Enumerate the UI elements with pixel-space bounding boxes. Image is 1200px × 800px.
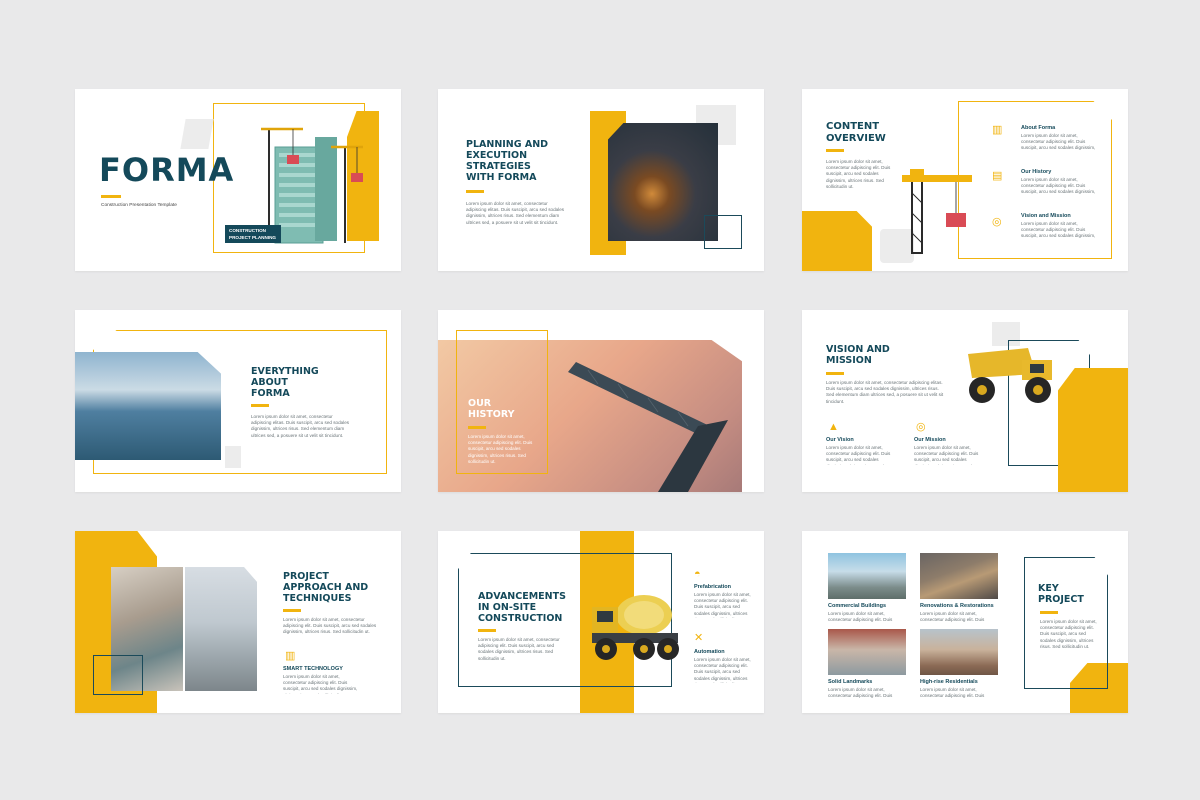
target-icon: ◎ xyxy=(916,421,926,433)
tower-crane-illustration xyxy=(902,169,972,254)
project-label-2: Renovations & Restorations xyxy=(920,603,994,609)
title-underline xyxy=(1040,611,1058,614)
overview-item-3: Vision and Mission xyxy=(1021,213,1071,219)
slide-title: PROJECT APPROACH AND TECHNIQUES xyxy=(283,571,369,604)
slide-9-key-project[interactable]: Commercial Buildings Lorem ipsum dolor s… xyxy=(802,531,1128,713)
mission-text: Lorem ipsum dolor sit amet, consectetur … xyxy=(914,445,979,465)
mission-label: Our Mission xyxy=(914,437,946,443)
title-underline xyxy=(466,190,484,193)
hard-hat-icon: ◓ xyxy=(694,568,701,580)
slide-title: KEY PROJECT xyxy=(1038,583,1084,605)
overview-item-3-text: Lorem ipsum dolor sit amet, consectetur … xyxy=(1021,221,1096,239)
badge-line-2: PROJECT PLANNING xyxy=(229,234,276,240)
decor-yellow-block xyxy=(1058,368,1128,492)
vision-text: Lorem ipsum dolor sit amet, consectetur … xyxy=(826,445,891,465)
body-text: Lorem ipsum dolor sit amet, consectetur … xyxy=(251,414,350,438)
body-text: Lorem ipsum dolor sit amet, consectetur … xyxy=(826,159,891,189)
project-label-1: Commercial Buildings xyxy=(828,603,887,609)
decor-gray-block xyxy=(180,119,214,149)
slide-7-project-approach[interactable]: PROJECT APPROACH AND TECHNIQUES Lorem ip… xyxy=(75,531,401,713)
body-text: Lorem ipsum dolor sit amet, consectetur … xyxy=(466,201,565,225)
project-text-3: Lorem ipsum dolor sit amet, consectetur … xyxy=(828,687,893,699)
project-label-3: Solid Landmarks xyxy=(828,679,873,685)
welding-photo xyxy=(608,123,718,241)
body-text: Lorem ipsum dolor sit amet, consectetur … xyxy=(283,617,377,635)
slide-8-advancements[interactable]: ADVANCEMENTS IN ON-SITE CONSTRUCTION Lor… xyxy=(438,531,764,713)
title-underline xyxy=(283,609,301,612)
advancement-item-2: Automation xyxy=(694,649,725,655)
title-underline xyxy=(826,372,844,375)
slide-2-planning[interactable]: PLANNING AND EXECUTION STRATEGIES WITH F… xyxy=(438,89,764,271)
high-rise-residentials-photo xyxy=(920,629,998,675)
advancement-item-1-text: Lorem ipsum dolor sit amet, consectetur … xyxy=(694,592,751,618)
slide-title: ADVANCEMENTS IN ON-SITE CONSTRUCTION xyxy=(478,591,566,624)
solid-landmarks-photo xyxy=(828,629,906,675)
cover-title: FORMA xyxy=(99,151,235,189)
decor-frame xyxy=(704,215,742,249)
cement-mixer-illustration xyxy=(592,595,679,660)
badge-line-1: CONSTRUCTION xyxy=(229,228,267,233)
title-underline xyxy=(478,629,496,632)
slide-title: VISION AND MISSION xyxy=(826,344,890,366)
project-text-4: Lorem ipsum dolor sit amet, consectetur … xyxy=(920,687,985,699)
advancement-item-2-text: Lorem ipsum dolor sit amet, consectetur … xyxy=(694,657,751,683)
tools-icon: ✕ xyxy=(694,632,704,644)
vision-label: Our Vision xyxy=(826,437,854,443)
title-underline xyxy=(251,404,269,407)
project-badge: CONSTRUCTION PROJECT PLANNING xyxy=(225,225,281,243)
commercial-buildings-photo xyxy=(828,553,906,599)
body-text: Lorem ipsum dolor sit amet, consectetur … xyxy=(478,637,560,661)
overview-item-2: Our History xyxy=(1021,169,1052,175)
project-text-1: Lorem ipsum dolor sit amet, consectetur … xyxy=(828,611,893,623)
body-text: Lorem ipsum dolor sit amet, consectetur … xyxy=(468,434,533,464)
crane-building-photo xyxy=(185,567,257,691)
books-icon: ▤ xyxy=(992,170,1003,182)
cover-subtitle: Construction Presentation Template xyxy=(101,203,177,208)
approach-item: SMART TECHNOLOGY xyxy=(283,666,343,672)
overview-item-2-text: Lorem ipsum dolor sit amet, consectetur … xyxy=(1021,177,1096,195)
slide-5-history[interactable]: OUR HISTORY Lorem ipsum dolor sit amet, … xyxy=(438,310,764,492)
project-label-4: High-rise Residentials xyxy=(920,679,978,685)
crane-silhouette xyxy=(568,362,728,492)
skyscraper-photo xyxy=(75,352,221,460)
advancement-item-1: Prefabrication xyxy=(694,584,731,590)
slide-title: OUR HISTORY xyxy=(468,398,515,420)
slide-1-forma-cover[interactable]: FORMA Construction Presentation Template… xyxy=(75,89,401,271)
slide-title: EVERYTHING ABOUT FORMA xyxy=(251,366,319,399)
slide-4-about[interactable]: EVERYTHING ABOUT FORMA Lorem ipsum dolor… xyxy=(75,310,401,492)
target-icon: ◎ xyxy=(992,216,1002,228)
title-underline xyxy=(101,195,121,198)
decor-gray-block xyxy=(225,446,241,468)
slide-6-vision-mission[interactable]: VISION AND MISSION Lorem ipsum dolor sit… xyxy=(802,310,1128,492)
slide-title: CONTENT OVERVIEW xyxy=(826,121,886,144)
overview-item-1: About Forma xyxy=(1021,125,1056,131)
mountain-flag-icon: ▲ xyxy=(828,421,839,433)
slide-title: PLANNING AND EXECUTION STRATEGIES WITH F… xyxy=(466,139,549,183)
body-text: Lorem ipsum dolor sit amet, consectetur … xyxy=(826,380,944,404)
title-underline xyxy=(468,426,486,429)
approach-item-text: Lorem ipsum dolor sit amet, consectetur … xyxy=(283,674,358,694)
dump-truck-illustration xyxy=(968,348,1052,403)
title-underline xyxy=(826,149,844,152)
project-text-2: Lorem ipsum dolor sit amet, consectetur … xyxy=(920,611,985,623)
renovations-photo xyxy=(920,553,998,599)
building-icon: ▥ xyxy=(285,650,296,662)
body-text: Lorem ipsum dolor sit amet, consectetur … xyxy=(1040,619,1097,649)
decor-yellow-block xyxy=(802,211,872,271)
building-icon: ▥ xyxy=(992,124,1003,136)
overview-item-1-text: Lorem ipsum dolor sit amet, consectetur … xyxy=(1021,133,1096,151)
slide-3-content-overview[interactable]: CONTENT OVERVIEW Lorem ipsum dolor sit a… xyxy=(802,89,1128,271)
decor-frame xyxy=(93,655,143,695)
